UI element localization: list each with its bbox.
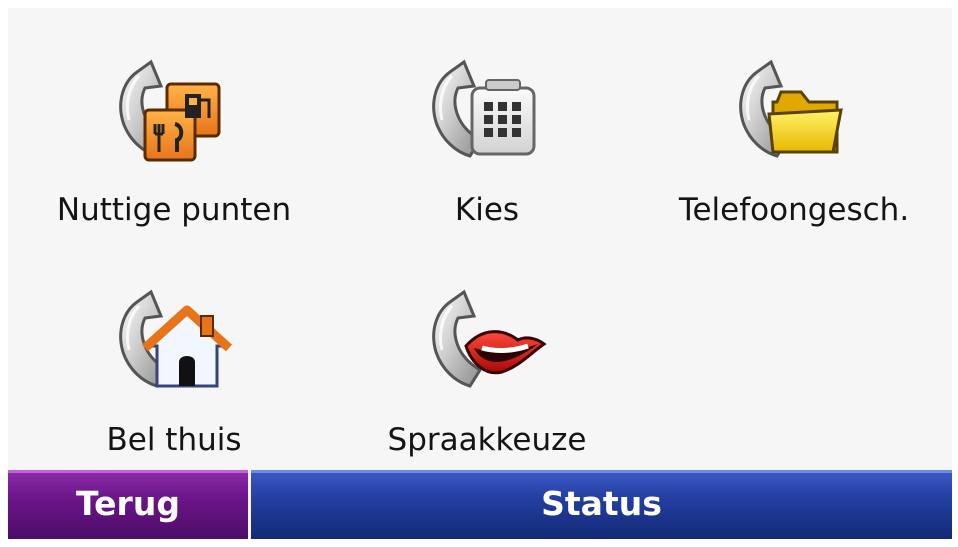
phone-keypad-icon (422, 52, 536, 168)
status-button[interactable]: Status (251, 470, 952, 539)
menu-item-kies[interactable]: Kies (347, 16, 627, 228)
menu-item-telefoongeschiedenis[interactable]: Telefoongesch. (654, 16, 934, 228)
menu-item-nuttige-punten[interactable]: Nuttige punten (34, 16, 314, 228)
bottom-bar: Terug Status (8, 470, 952, 539)
phone-home-icon (109, 282, 233, 388)
back-button[interactable]: Terug (8, 470, 248, 539)
phone-poi-icon (109, 52, 221, 162)
phone-lips-icon (422, 282, 547, 398)
menu-item-label: Kies (454, 192, 520, 228)
phone-menu-grid: Nuttige punten Kies Telefoongesch. Bel t… (8, 8, 952, 468)
menu-item-bel-thuis[interactable]: Bel thuis (34, 246, 314, 458)
menu-item-spraakkeuze[interactable]: Spraakkeuze (347, 246, 627, 458)
menu-item-label: Nuttige punten (56, 192, 292, 228)
menu-item-label: Spraakkeuze (387, 422, 587, 458)
phone-folder-icon (729, 52, 843, 168)
menu-item-label: Bel thuis (106, 422, 242, 458)
menu-item-label: Telefoongesch. (678, 192, 910, 228)
